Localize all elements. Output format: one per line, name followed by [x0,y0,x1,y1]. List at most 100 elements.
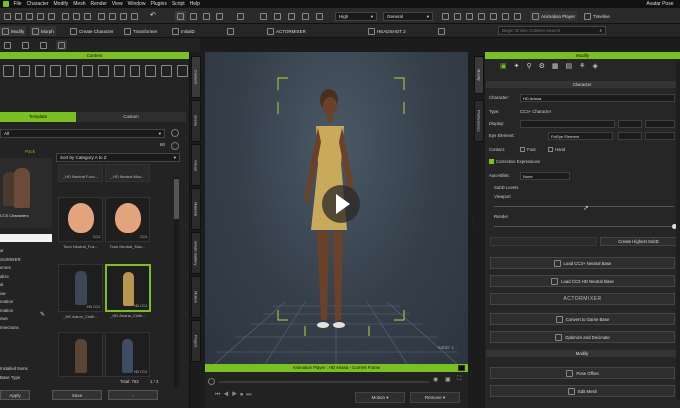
camera-icon[interactable]: ◉ [433,376,438,383]
transformer-button[interactable]: Transformer [122,26,159,36]
convert-game-base-button[interactable]: Convert to Game Base [490,313,675,325]
tree-selected-row[interactable] [0,234,52,242]
morph-icon[interactable]: ⚲ [527,62,532,70]
menu-help[interactable]: Help [190,1,200,7]
tab-modify[interactable]: Modify [474,56,484,94]
grid-icon[interactable] [118,11,129,21]
list-item[interactable]: HD CC4 [105,332,150,377]
open-icon[interactable] [13,11,24,21]
hand-checkbox[interactable]: Hand [548,147,565,153]
pose-mini-icon[interactable] [38,40,49,50]
edit-mesh-button[interactable]: Edit Mesh [490,385,675,397]
tree-item[interactable]: ow [0,290,50,299]
tab-material[interactable]: Material [191,188,201,230]
scene-category-icon[interactable] [177,65,188,77]
list-item[interactable]: CC4 Toon Neutral_Fuz... [58,197,103,249]
close-player-icon[interactable] [458,365,465,371]
section-character[interactable]: Character [486,81,678,88]
undo-icon[interactable]: ↶ [148,10,158,20]
menu-render[interactable]: Render [90,1,106,7]
accessory-category-icon[interactable] [113,65,125,77]
wireframe-icon[interactable] [452,11,463,21]
tree-item[interactable]: ar [0,247,50,256]
record-icon[interactable] [208,378,215,385]
attribute-icon[interactable]: ▣ [500,62,507,70]
corrective-expressions-checkbox[interactable]: Corrective Expressions [489,159,540,165]
shading-icon[interactable] [440,11,451,21]
base-type-label[interactable]: Base Type [0,373,28,382]
auto-blink-select[interactable]: None [520,172,570,180]
subd-apply-button[interactable] [490,237,597,246]
view-icon[interactable] [272,11,283,21]
quality-select[interactable]: High ▾ [335,12,377,21]
motion-button[interactable]: Motion ▾ [355,392,405,403]
remove-button[interactable]: Remove ▾ [410,392,460,403]
rotate-icon[interactable] [201,11,212,21]
display-option-a[interactable] [618,120,642,128]
animation-player-button[interactable]: Animation Player [530,11,578,21]
menu-window[interactable]: Window [128,1,146,7]
motion-category-icon[interactable] [82,65,93,77]
display-option-b[interactable] [645,120,675,128]
orbit-icon[interactable] [314,11,325,21]
tab-preferences[interactable]: Preferences [474,100,484,142]
create-character-button[interactable]: Create Character [68,26,116,36]
headshot-small-button[interactable] [225,26,236,36]
tree-item[interactable]: alize [0,273,50,282]
actormixer-button[interactable]: ACTORMIXER [265,26,308,36]
tab-scene[interactable]: Scene [191,100,201,142]
tab-template[interactable]: Template [0,112,76,122]
expand-icon[interactable]: ⛶ [457,376,461,383]
tree-item[interactable]: eroes [0,264,50,273]
scale-icon[interactable] [214,11,225,21]
texture-icon[interactable] [464,11,475,21]
actormixer-button[interactable]: ACTORMIXER [490,293,675,305]
modify-scrollbar[interactable] [676,60,680,400]
content-search-input[interactable]: Begin Online Content Search ⌕ [498,26,606,35]
bone-icon[interactable] [488,11,499,21]
list-item[interactable]: HD CC4 _HD Aaron_Cloth... [58,264,103,319]
pan-icon[interactable] [300,11,311,21]
cc-mini-icon[interactable] [20,40,31,50]
mode-select[interactable]: General ▾ [383,12,433,21]
measure-icon[interactable] [129,11,140,21]
back-icon[interactable] [171,129,179,137]
edit-pencil-icon[interactable]: ✎ [40,311,47,318]
skin-category-icon[interactable] [34,65,46,77]
menu-mesh[interactable]: Mesh [73,1,85,7]
menu-modify[interactable]: Modify [54,1,69,7]
head-category-icon[interactable] [18,65,30,77]
motion-pilot-icon[interactable]: ✦ [514,62,520,70]
cloth-category-icon[interactable] [66,65,78,77]
load-hd-neutral-base-button[interactable]: Load CC3 HD Neutral Base [490,275,675,287]
mesh-icon[interactable]: ◈ [592,62,597,70]
snap-icon[interactable] [235,11,246,21]
checker-icon[interactable]: ▦ [552,62,559,70]
menu-script[interactable]: Script [172,1,185,7]
home-icon[interactable] [258,11,269,21]
play-overlay-icon[interactable] [322,185,360,223]
select-icon[interactable] [175,11,186,21]
load-neutral-base-button[interactable]: Load CC3+ Neutral Base [490,257,675,269]
zoom-icon[interactable] [286,11,297,21]
import-icon[interactable] [35,11,46,21]
list-item[interactable] [58,332,103,377]
eye-element-field[interactable]: FixEye Element [548,132,613,140]
list-item[interactable]: _HD Neutral Fuzz... [58,164,103,182]
save-icon[interactable] [24,11,35,21]
modify-button[interactable]: Modify [0,26,27,36]
tab-smart-gallery[interactable]: Smart Gallery [191,232,201,274]
remove-item-button[interactable]: - [108,390,158,400]
sort-select[interactable]: Sort by Category A to Z ▾ [56,153,180,162]
installed-items-label[interactable]: Installed Items [0,364,28,373]
physics-icon[interactable] [500,11,511,21]
sun-icon[interactable] [96,11,107,21]
menu-view[interactable]: View [112,1,123,7]
tab-motion[interactable]: Motion [191,276,201,318]
export-icon[interactable] [46,11,57,21]
foot-checkbox[interactable]: Foot [520,147,536,153]
eye-option-b[interactable] [645,132,675,140]
plugin-button[interactable] [436,26,447,36]
list-item[interactable]: CC4 Toon Neutral_Muz... [105,197,150,249]
tree-item[interactable]: ctorMIXER [0,256,50,265]
